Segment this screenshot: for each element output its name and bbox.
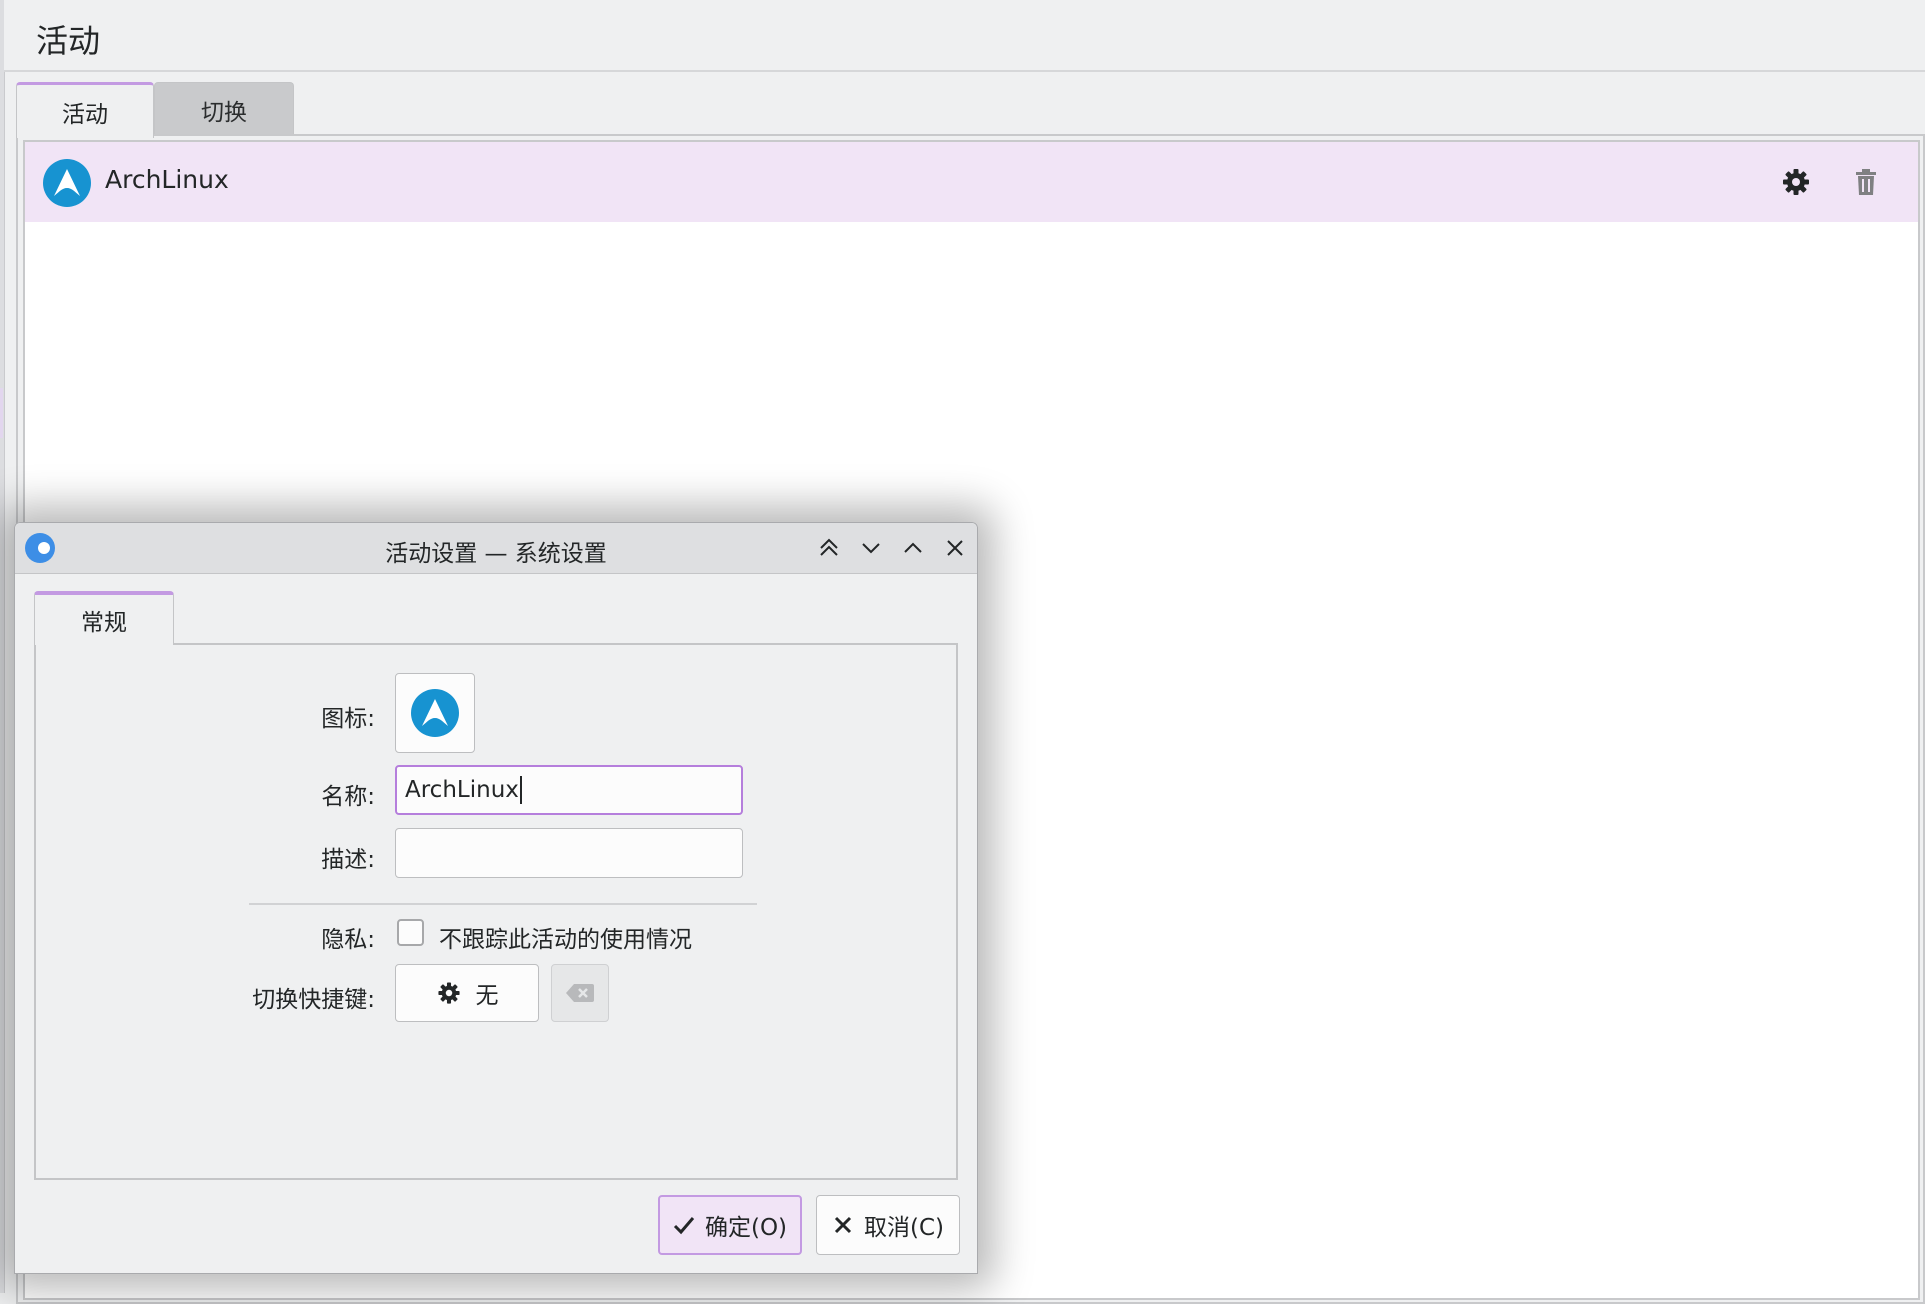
shortcut-value: 无 [475,983,499,1009]
page-title: 活动 [36,22,101,60]
tab-switching[interactable]: 切换 [154,82,294,136]
sidebar-selection-marker [0,388,3,438]
ok-button-label: 确定(O) [704,1215,788,1241]
cancel-button-label: 取消(C) [863,1215,944,1241]
privacy-checkbox[interactable] [397,919,424,946]
close-icon[interactable] [942,535,968,561]
checkmark-icon [673,1217,695,1235]
tab-activities[interactable]: 活动 [16,82,154,138]
cancel-button[interactable]: 取消(C) [816,1195,960,1255]
page-header: 活动 [4,0,1925,72]
dialog-titlebar[interactable]: 活动设置 — 系统设置 [15,523,977,574]
activity-name: ArchLinux [105,165,229,194]
gear-icon[interactable] [1780,166,1812,198]
keep-above-icon[interactable] [816,535,842,561]
privacy-label: 隐私: [321,927,375,953]
description-field[interactable] [395,828,743,878]
ok-button[interactable]: 确定(O) [658,1195,802,1255]
shortcut-label: 切换快捷键: [252,987,375,1013]
privacy-checkbox-label[interactable]: 不跟踪此活动的使用情况 [439,920,692,954]
minimize-icon[interactable] [858,535,884,561]
archlinux-logo-icon [411,689,459,737]
gear-icon [437,982,460,1004]
text-caret [519,776,522,804]
list-item[interactable]: ArchLinux [25,142,1918,222]
shortcut-button[interactable]: 无 [395,964,539,1022]
name-label: 名称: [321,784,375,810]
activity-settings-dialog: 活动设置 — 系统设置 常规 图标: 名称: ArchLinux 描述: 隐私:… [14,522,978,1274]
maximize-icon[interactable] [900,535,926,561]
trash-icon[interactable] [1850,166,1882,198]
archlinux-logo-icon [43,159,91,207]
left-sidebar-edge [0,0,5,1293]
general-panel [34,643,958,1180]
name-field[interactable]: ArchLinux [395,765,743,815]
description-label: 描述: [321,847,375,873]
name-field-value: ArchLinux [405,777,519,803]
backspace-icon [566,984,594,1002]
tab-general[interactable]: 常规 [34,591,174,645]
cancel-x-icon [834,1216,852,1234]
icon-picker-button[interactable] [395,673,475,753]
separator [249,903,757,905]
clear-shortcut-button[interactable] [551,964,609,1022]
icon-label: 图标: [321,706,375,732]
